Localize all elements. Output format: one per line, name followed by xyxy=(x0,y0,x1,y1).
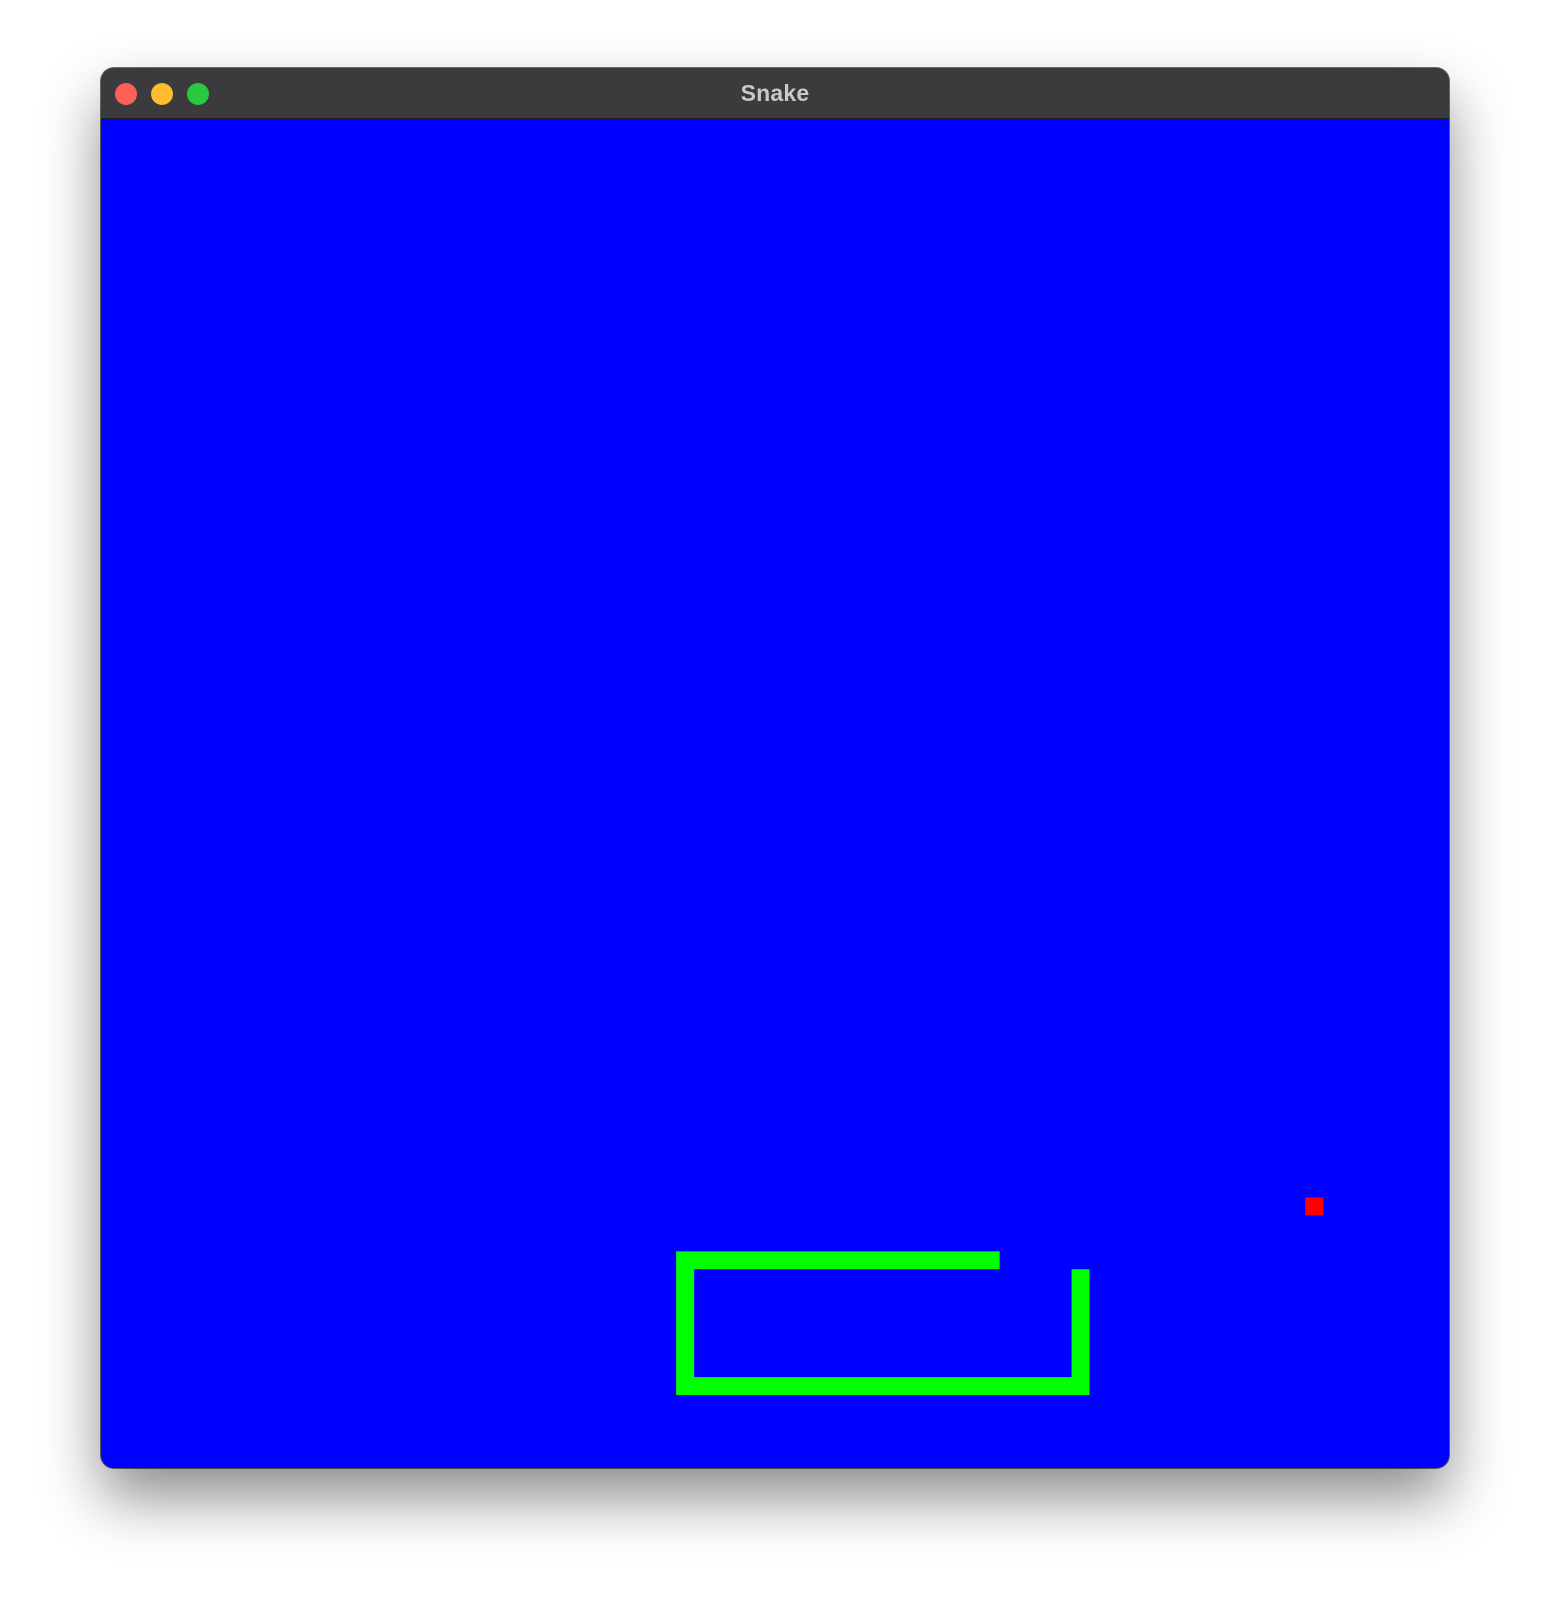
window-title: Snake xyxy=(740,80,810,106)
food-pellet xyxy=(1305,1197,1324,1216)
title-bar[interactable]: Snake xyxy=(101,68,1449,119)
game-board[interactable] xyxy=(101,119,1449,1468)
snake xyxy=(676,1251,1090,1396)
snake-window: Snake xyxy=(101,68,1449,1468)
game-canvas xyxy=(676,1197,1324,1396)
